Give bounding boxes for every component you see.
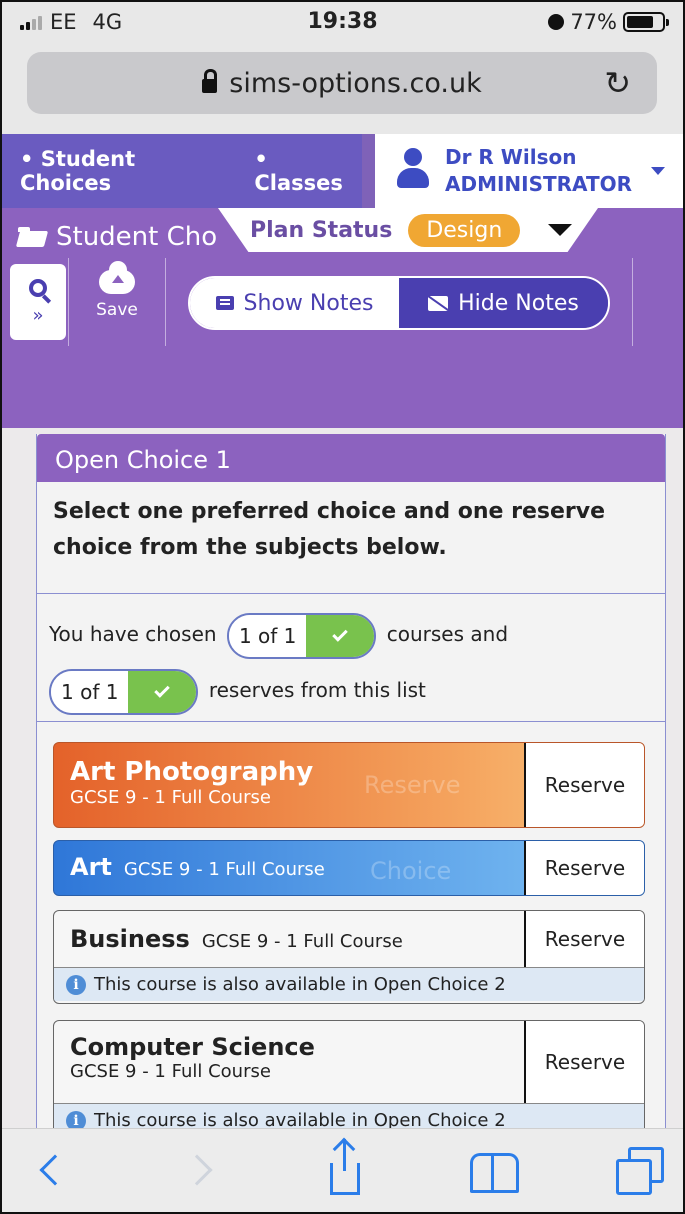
check-icon bbox=[128, 670, 197, 713]
course-main[interactable]: Art GCSE 9 - 1 Full Course Choice Reserv… bbox=[54, 841, 644, 895]
instruction-text: Select one preferred choice and one rese… bbox=[37, 482, 665, 594]
reserve-button[interactable]: Reserve bbox=[524, 1021, 644, 1103]
double-chevron-right-icon: » bbox=[32, 305, 44, 326]
forward-icon[interactable] bbox=[181, 1154, 213, 1186]
course-level: GCSE 9 - 1 Full Course bbox=[70, 1061, 271, 1082]
course-card[interactable]: Computer Science GCSE 9 - 1 Full Course … bbox=[53, 1020, 645, 1136]
course-text: Business GCSE 9 - 1 Full Course bbox=[70, 925, 403, 953]
course-card[interactable]: Art GCSE 9 - 1 Full Course Choice Reserv… bbox=[53, 840, 645, 896]
course-text: Art GCSE 9 - 1 Full Course bbox=[70, 853, 325, 881]
save-label: Save bbox=[96, 300, 138, 320]
course-card[interactable]: Business GCSE 9 - 1 Full Course Reserve … bbox=[53, 910, 645, 1004]
hide-notes-button[interactable]: Hide Notes bbox=[399, 278, 608, 328]
reserve-button[interactable]: Reserve bbox=[524, 743, 644, 827]
panel-title: Open Choice 1 bbox=[37, 434, 665, 482]
reserve-button[interactable]: Reserve bbox=[524, 841, 644, 895]
notes-icon bbox=[215, 296, 234, 310]
course-level: GCSE 9 - 1 Full Course bbox=[123, 859, 325, 880]
course-main[interactable]: Business GCSE 9 - 1 Full Course Reserve bbox=[54, 911, 644, 967]
plan-status-badge: Design bbox=[408, 213, 521, 247]
courses-count-pill: 1 of 1 bbox=[226, 612, 377, 659]
course-name: Computer Science bbox=[70, 1033, 315, 1061]
user-details: Dr R Wilson ADMINISTRATOR bbox=[445, 144, 632, 198]
toolbar: Student Cho Plan Status Design » Save Sh… bbox=[0, 208, 685, 428]
folder-icon bbox=[18, 227, 46, 247]
search-panel-toggle[interactable]: » bbox=[10, 264, 66, 340]
back-icon[interactable] bbox=[39, 1154, 71, 1186]
battery-percent: 77% bbox=[570, 10, 617, 34]
lock-icon bbox=[202, 69, 218, 93]
browser-chrome: sims-options.co.uk ↻ bbox=[0, 44, 685, 134]
plan-status[interactable]: Plan Status Design bbox=[218, 208, 598, 252]
search-icon bbox=[29, 279, 47, 297]
app-nav: Student Choices Classes Dr R Wilson ADMI… bbox=[0, 134, 685, 208]
reserves-count-pill: 1 of 1 bbox=[49, 668, 199, 715]
nav-student-choices[interactable]: Student Choices bbox=[20, 147, 230, 195]
show-notes-label: Show Notes bbox=[243, 290, 374, 316]
chosen-prefix: You have chosen bbox=[49, 622, 217, 646]
courses-count: 1 of 1 bbox=[228, 614, 307, 657]
user-role: ADMINISTRATOR bbox=[445, 172, 633, 196]
course-level: GCSE 9 - 1 Full Course bbox=[70, 787, 271, 808]
user-icon bbox=[397, 148, 429, 190]
check-icon bbox=[306, 614, 375, 657]
nav-links: Student Choices Classes bbox=[0, 134, 362, 208]
user-menu[interactable]: Dr R Wilson ADMINISTRATOR bbox=[375, 134, 685, 208]
battery-icon bbox=[623, 12, 669, 32]
course-name: Business bbox=[70, 925, 190, 953]
course-text: Computer Science GCSE 9 - 1 Full Course bbox=[70, 1033, 315, 1082]
open-choice-panel: Open Choice 1 Select one preferred choic… bbox=[36, 434, 666, 1136]
course-main[interactable]: Computer Science GCSE 9 - 1 Full Course … bbox=[54, 1021, 644, 1103]
show-notes-button[interactable]: Show Notes bbox=[190, 278, 399, 328]
status-bar: EE 4G 19:38 77% bbox=[0, 0, 685, 44]
reserves-count: 1 of 1 bbox=[51, 670, 129, 713]
course-note-text: This course is also available in Open Ch… bbox=[94, 974, 506, 995]
browser-toolbar bbox=[0, 1128, 685, 1214]
courses-suffix: courses and bbox=[386, 622, 509, 646]
course-main[interactable]: Art Photography GCSE 9 - 1 Full Course R… bbox=[54, 743, 644, 827]
bookmarks-icon[interactable] bbox=[470, 1153, 519, 1193]
plan-status-label: Plan Status bbox=[250, 217, 393, 243]
alarm-icon bbox=[548, 14, 565, 30]
notes-toggle[interactable]: Show Notes Hide Notes bbox=[188, 276, 610, 330]
course-name: Art Photography bbox=[70, 757, 314, 787]
status-right: 77% bbox=[548, 10, 669, 34]
breadcrumb-label: Student Cho bbox=[56, 222, 218, 252]
selection-summary: You have chosen 1 of 1 courses and 1 of … bbox=[37, 594, 665, 722]
caret-down-icon[interactable] bbox=[548, 224, 573, 236]
course-level: GCSE 9 - 1 Full Course bbox=[201, 931, 403, 952]
divider bbox=[632, 258, 633, 346]
course-name: Art bbox=[70, 853, 112, 881]
chevron-down-icon[interactable] bbox=[651, 167, 665, 175]
main-content: Open Choice 1 Select one preferred choic… bbox=[0, 428, 685, 1136]
ghost-label: Reserve bbox=[364, 771, 461, 799]
save-button[interactable]: Save bbox=[72, 261, 162, 320]
reload-icon[interactable]: ↻ bbox=[604, 64, 631, 102]
notes-hidden-icon bbox=[428, 295, 449, 311]
divider bbox=[165, 258, 166, 346]
breadcrumb: Student Cho bbox=[18, 222, 217, 252]
divider bbox=[68, 258, 69, 346]
hide-notes-label: Hide Notes bbox=[458, 290, 579, 316]
reserve-button[interactable]: Reserve bbox=[524, 911, 644, 967]
reserves-suffix: reserves from this list bbox=[208, 678, 426, 702]
nav-classes[interactable]: Classes bbox=[254, 147, 362, 195]
share-arrow-head bbox=[332, 1137, 356, 1161]
ghost-label: Choice bbox=[370, 857, 452, 885]
course-note: i This course is also available in Open … bbox=[54, 967, 644, 1001]
tabs-icon[interactable] bbox=[616, 1147, 664, 1195]
cloud-upload-icon bbox=[99, 261, 135, 294]
address-bar[interactable]: sims-options.co.uk ↻ bbox=[27, 52, 657, 114]
course-card[interactable]: Art Photography GCSE 9 - 1 Full Course R… bbox=[53, 742, 645, 828]
url-text: sims-options.co.uk bbox=[229, 67, 482, 99]
course-text: Art Photography GCSE 9 - 1 Full Course bbox=[70, 757, 313, 808]
info-icon: i bbox=[66, 974, 86, 995]
user-name: Dr R Wilson bbox=[445, 145, 577, 169]
